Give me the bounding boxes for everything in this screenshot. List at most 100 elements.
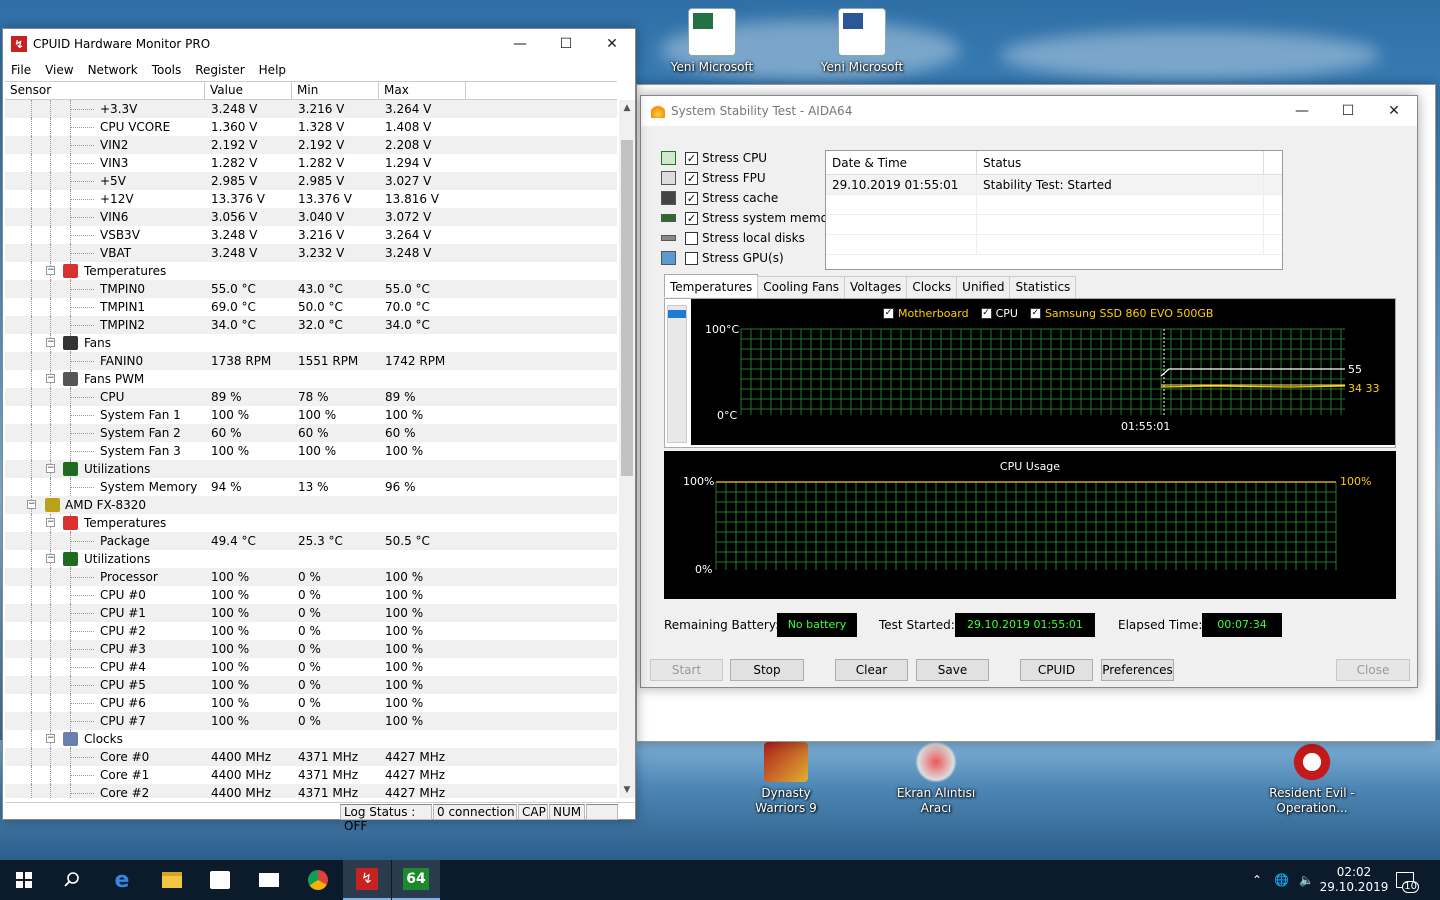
taskbar-aida64[interactable]: 64 (392, 860, 440, 900)
collapse-toggle-icon[interactable]: − (46, 338, 55, 347)
sensor-row[interactable]: Core #0 4400 MHz 4371 MHz 4427 MHz (5, 748, 617, 766)
desktop-icon-word[interactable]: Yeni Microsoft (817, 8, 907, 75)
collapse-toggle-icon[interactable]: − (46, 266, 55, 275)
sensor-row[interactable]: CPU #2 100 % 0 % 100 % (5, 622, 617, 640)
sensor-row[interactable]: +12V 13.376 V 13.376 V 13.816 V (5, 190, 617, 208)
save-button[interactable]: Save (916, 659, 989, 681)
sensor-row[interactable]: VIN3 1.282 V 1.282 V 1.294 V (5, 154, 617, 172)
tree-group-row[interactable]: − AMD FX-8320 (5, 496, 617, 514)
start-button[interactable] (0, 860, 48, 900)
language-icon[interactable]: 🌐 (1274, 873, 1289, 887)
collapse-toggle-icon[interactable]: − (27, 500, 36, 509)
tab-statistics[interactable]: Statistics (1009, 276, 1077, 298)
tree-group-row[interactable]: − Fans PWM (5, 370, 617, 388)
sensor-row[interactable]: CPU 89 % 78 % 89 % (5, 388, 617, 406)
sensor-scroll-thumb[interactable] (668, 310, 686, 318)
sensor-row[interactable]: System Fan 2 60 % 60 % 60 % (5, 424, 617, 442)
sensor-row[interactable]: +3.3V 3.248 V 3.216 V 3.264 V (5, 100, 617, 118)
desktop-icon-dynasty-warriors[interactable]: Dynasty Warriors 9 (741, 742, 831, 816)
sensor-row[interactable]: System Fan 1 100 % 100 % 100 % (5, 406, 617, 424)
sensor-row[interactable]: TMPIN0 55.0 °C 43.0 °C 55.0 °C (5, 280, 617, 298)
file-explorer-icon[interactable] (148, 860, 196, 900)
stress-fpu-option[interactable]: ✓ Stress FPU (661, 169, 766, 187)
tab-cooling-fans[interactable]: Cooling Fans (757, 276, 846, 298)
sensor-row[interactable]: TMPIN2 34.0 °C 32.0 °C 34.0 °C (5, 316, 617, 334)
store-icon[interactable] (196, 860, 244, 900)
show-hidden-icons-icon[interactable]: ⌃ (1252, 873, 1262, 887)
sensor-row[interactable]: TMPIN1 69.0 °C 50.0 °C 70.0 °C (5, 298, 617, 316)
sensor-row[interactable]: CPU VCORE 1.360 V 1.328 V 1.408 V (5, 118, 617, 136)
edge-browser-icon[interactable]: e (98, 860, 146, 900)
sensor-row[interactable]: CPU #4 100 % 0 % 100 % (5, 658, 617, 676)
menu-network[interactable]: Network (82, 63, 146, 77)
sensor-scrollbar[interactable] (667, 305, 687, 443)
scroll-down-arrow-icon[interactable]: ▼ (619, 782, 635, 798)
sensor-column-header[interactable]: Sensor (5, 82, 205, 99)
sensor-row[interactable]: Core #2 4400 MHz 4371 MHz 4427 MHz (5, 784, 617, 798)
taskbar-hwmonitor[interactable]: ↯ (343, 860, 391, 900)
hwm-titlebar[interactable]: ↯ CPUID Hardware Monitor PRO — ☐ ✕ (3, 29, 635, 59)
sensor-row[interactable]: System Fan 3 100 % 100 % 100 % (5, 442, 617, 460)
sensor-row[interactable]: CPU #1 100 % 0 % 100 % (5, 604, 617, 622)
sensor-row[interactable]: VIN6 3.056 V 3.040 V 3.072 V (5, 208, 617, 226)
stress-fpu-checkbox[interactable]: ✓ (685, 171, 698, 185)
volume-icon[interactable]: 🔈 (1299, 873, 1314, 887)
stress-memory-option[interactable]: ✓ Stress system memory (661, 209, 840, 227)
max-column-header[interactable]: Max (379, 82, 466, 99)
sensor-row[interactable]: Processor 100 % 0 % 100 % (5, 568, 617, 586)
status-column-header[interactable]: Status (977, 151, 1264, 174)
tab-voltages[interactable]: Voltages (844, 276, 908, 298)
cpuid-button[interactable]: CPUID (1020, 659, 1093, 681)
menu-view[interactable]: View (39, 63, 81, 77)
menu-register[interactable]: Register (189, 63, 252, 77)
sensor-row[interactable]: VIN2 2.192 V 2.192 V 2.208 V (5, 136, 617, 154)
mail-icon[interactable] (245, 860, 293, 900)
scroll-thumb[interactable] (621, 140, 633, 476)
preferences-button[interactable]: Preferences (1101, 659, 1174, 681)
chrome-icon[interactable] (294, 860, 342, 900)
stress-cpu-option[interactable]: ✓ Stress CPU (661, 149, 767, 167)
tree-group-row[interactable]: − Temperatures (5, 514, 617, 532)
tree-group-row[interactable]: − Utilizations (5, 460, 617, 478)
collapse-toggle-icon[interactable]: − (46, 734, 55, 743)
minimize-button[interactable]: — (1279, 96, 1325, 126)
collapse-toggle-icon[interactable]: − (46, 464, 55, 473)
stress-cache-checkbox[interactable]: ✓ (685, 191, 698, 205)
scroll-up-arrow-icon[interactable]: ▲ (619, 100, 635, 116)
menu-file[interactable]: File (5, 63, 39, 77)
sensor-row[interactable]: System Memory 94 % 13 % 96 % (5, 478, 617, 496)
close-window-button[interactable]: ✕ (589, 29, 635, 59)
minimize-button[interactable]: — (497, 29, 543, 59)
start-button[interactable]: Start (650, 659, 723, 681)
stress-gpu-option[interactable]: Stress GPU(s) (661, 249, 784, 267)
stress-cpu-checkbox[interactable]: ✓ (685, 151, 698, 165)
ssd-legend-checkbox[interactable]: ✓ (1029, 308, 1041, 319)
sensor-row[interactable]: Package 49.4 °C 25.3 °C 50.5 °C (5, 532, 617, 550)
collapse-toggle-icon[interactable]: − (46, 518, 55, 527)
stop-button[interactable]: Stop (730, 659, 804, 681)
tree-group-row[interactable]: − Fans (5, 334, 617, 352)
sensor-row[interactable]: VBAT 3.248 V 3.232 V 3.248 V (5, 244, 617, 262)
sensor-row[interactable]: CPU #3 100 % 0 % 100 % (5, 640, 617, 658)
maximize-button[interactable]: ☐ (1325, 96, 1371, 126)
cpu-legend-checkbox[interactable]: ✓ (980, 308, 992, 319)
sensor-row[interactable]: VSB3V 3.248 V 3.216 V 3.264 V (5, 226, 617, 244)
motherboard-legend-checkbox[interactable]: ✓ (883, 308, 894, 319)
collapse-toggle-icon[interactable]: − (46, 554, 55, 563)
sensor-row[interactable]: Core #1 4400 MHz 4371 MHz 4427 MHz (5, 766, 617, 784)
maximize-button[interactable]: ☐ (543, 29, 589, 59)
stress-gpu-checkbox[interactable] (685, 251, 698, 265)
clear-button[interactable]: Clear (835, 659, 908, 681)
sensor-tree-scrollbar[interactable]: ▲ ▼ (619, 100, 635, 798)
close-button[interactable]: Close (1336, 659, 1410, 681)
sensor-row[interactable]: CPU #6 100 % 0 % 100 % (5, 694, 617, 712)
desktop-icon-snipping-tool[interactable]: Ekran Alıntısı Aracı (891, 742, 981, 816)
value-column-header[interactable]: Value (205, 82, 292, 99)
sensor-row[interactable]: CPU #7 100 % 0 % 100 % (5, 712, 617, 730)
action-center-button[interactable]: 10 (1396, 860, 1419, 900)
date-time-column-header[interactable]: Date & Time (826, 151, 977, 174)
desktop-icon-excel[interactable]: Yeni Microsoft (667, 8, 757, 75)
table-row[interactable]: 29.10.2019 01:55:01 Stability Test: Star… (826, 175, 1282, 195)
desktop-icon-resident-evil[interactable]: Resident Evil - Operation... (1267, 742, 1357, 816)
aida-titlebar[interactable]: System Stability Test - AIDA64 — ☐ ✕ (641, 96, 1417, 126)
